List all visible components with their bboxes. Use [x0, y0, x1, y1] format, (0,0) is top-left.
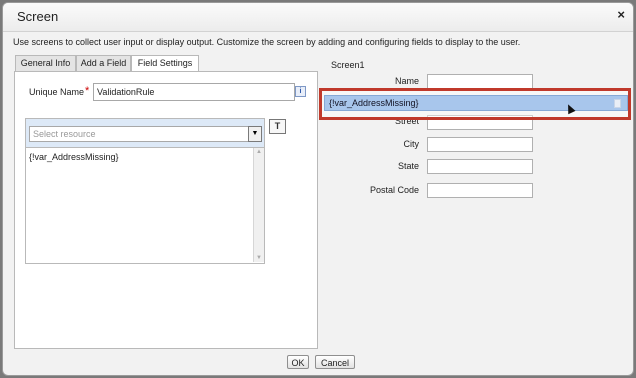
screen-name-label: Screen1 — [331, 60, 365, 70]
required-marker: * — [85, 85, 90, 97]
postal-code-field-label: Postal Code — [369, 185, 419, 195]
state-field-label: State — [397, 161, 419, 171]
resource-scrollbar[interactable]: ▲ ▼ — [253, 148, 264, 262]
city-field-label: City — [403, 139, 420, 149]
chevron-down-icon[interactable]: ▼ — [248, 126, 262, 142]
trash-icon[interactable] — [614, 99, 621, 108]
screen-dialog: Screen × Use screens to collect user inp… — [2, 2, 634, 376]
unique-name-input[interactable] — [93, 83, 295, 101]
dialog-title: Screen — [17, 9, 59, 24]
close-icon[interactable]: × — [617, 7, 625, 22]
tab-general-info[interactable]: General Info — [15, 55, 76, 71]
tab-field-settings[interactable]: Field Settings — [131, 55, 199, 72]
ok-button[interactable]: OK — [287, 355, 309, 369]
unique-name-label: Unique Name — [29, 87, 85, 97]
dialog-instructions: Use screens to collect user input or dis… — [13, 37, 521, 47]
name-field-input[interactable] — [427, 74, 533, 89]
select-resource-dropdown[interactable]: Select resource — [29, 126, 253, 142]
info-icon[interactable]: i — [295, 86, 306, 97]
dragged-field-label: {!var_AddressMissing} — [329, 98, 419, 108]
postal-code-field-input[interactable] — [427, 183, 533, 198]
city-field-input[interactable] — [427, 137, 533, 152]
resource-editor: Select resource ▼ {!var_AddressMissing} … — [25, 118, 265, 264]
field-settings-panel: Unique Name * i Select resource ▼ {!var_… — [14, 71, 318, 349]
cancel-button[interactable]: Cancel — [315, 355, 355, 369]
resource-header: Select resource ▼ — [26, 119, 264, 148]
insert-field-icon[interactable]: T — [269, 119, 286, 134]
dragged-field-item[interactable]: {!var_AddressMissing} — [324, 95, 628, 111]
resource-text-area[interactable]: {!var_AddressMissing} — [29, 152, 119, 162]
scroll-down-icon[interactable]: ▼ — [255, 255, 263, 261]
state-field-input[interactable] — [427, 159, 533, 174]
name-field-label: Name — [394, 76, 419, 86]
tab-add-a-field[interactable]: Add a Field — [76, 55, 131, 71]
dialog-titlebar: Screen × — [3, 3, 633, 32]
scroll-up-icon[interactable]: ▲ — [255, 149, 263, 155]
